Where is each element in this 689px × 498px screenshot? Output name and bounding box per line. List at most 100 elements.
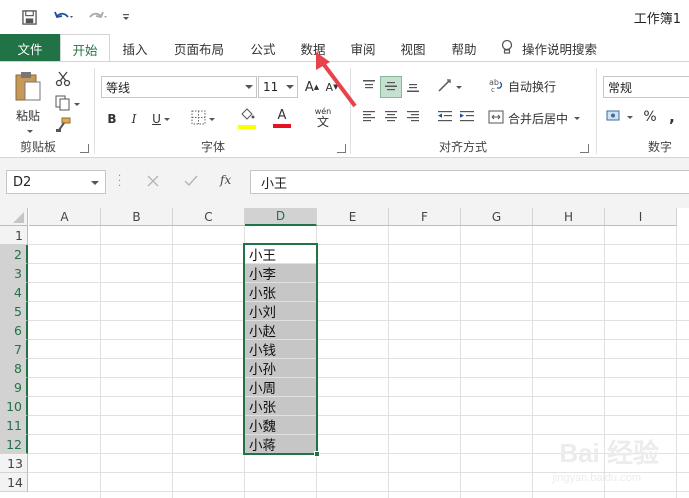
- merge-center-button[interactable]: 合并后居中: [488, 106, 588, 130]
- row-header-13[interactable]: 13: [0, 454, 28, 473]
- row-header-5[interactable]: 5: [0, 302, 28, 321]
- percent-button[interactable]: %: [640, 106, 660, 128]
- font-launcher-icon[interactable]: [337, 144, 346, 153]
- phonetic-icon: 文: [316, 115, 329, 129]
- column-header-h[interactable]: H: [533, 208, 605, 226]
- column-header-d[interactable]: D: [245, 208, 317, 226]
- cancel-icon[interactable]: [146, 174, 162, 190]
- align-left-icon: [362, 109, 376, 126]
- align-bottom-button[interactable]: [402, 76, 424, 98]
- increase-indent-button[interactable]: [456, 106, 478, 128]
- column-header-b[interactable]: B: [101, 208, 173, 226]
- column-header-i[interactable]: I: [605, 208, 677, 226]
- enter-icon[interactable]: [184, 174, 200, 190]
- row-header-14[interactable]: 14: [0, 473, 28, 492]
- row-header-8[interactable]: 8: [0, 359, 28, 378]
- row-header-11[interactable]: 11: [0, 416, 28, 435]
- bold-button[interactable]: B: [102, 108, 122, 130]
- format-painter-button[interactable]: [52, 116, 74, 136]
- undo-icon[interactable]: [50, 6, 78, 28]
- fill-color-button[interactable]: [230, 106, 264, 130]
- lightbulb-icon: [500, 39, 514, 58]
- cell-d5[interactable]: 小刘: [245, 302, 316, 321]
- fill-handle[interactable]: [314, 451, 320, 457]
- column-header-e[interactable]: E: [317, 208, 389, 226]
- decrease-indent-button[interactable]: [434, 106, 456, 128]
- cell-d3[interactable]: 小李: [245, 264, 316, 283]
- gridline-vertical: [676, 226, 677, 498]
- insert-function-button[interactable]: fx: [220, 173, 240, 191]
- cell-d7[interactable]: 小钱: [245, 340, 316, 359]
- align-center-button[interactable]: [380, 106, 402, 128]
- accounting-format-button[interactable]: [603, 106, 635, 128]
- save-icon[interactable]: [18, 6, 40, 28]
- font-color-button[interactable]: A: [266, 106, 298, 130]
- row-header-12[interactable]: 12: [0, 435, 28, 454]
- tab-home[interactable]: 开始: [60, 34, 110, 63]
- comma-style-button[interactable]: ,: [662, 106, 682, 128]
- row-header-4[interactable]: 4: [0, 283, 28, 302]
- align-left-button[interactable]: [358, 106, 380, 128]
- column-header-a[interactable]: A: [29, 208, 101, 226]
- paste-button[interactable]: 粘贴: [8, 68, 48, 134]
- svg-text:c: c: [491, 86, 495, 93]
- tell-me-search[interactable]: 操作说明搜索: [500, 34, 620, 62]
- tab-file[interactable]: 文件: [0, 34, 60, 62]
- align-right-button[interactable]: [402, 106, 424, 128]
- column-header-g[interactable]: G: [461, 208, 533, 226]
- phonetic-guide-button[interactable]: wén 文: [306, 106, 340, 130]
- wrap-text-button[interactable]: ab c 自动换行: [488, 74, 568, 98]
- underline-button[interactable]: U: [146, 108, 176, 130]
- clipboard-launcher-icon[interactable]: [80, 144, 89, 153]
- row-header-10[interactable]: 10: [0, 397, 28, 416]
- customize-icon[interactable]: [118, 6, 134, 28]
- quick-access-toolbar: 工作簿1: [0, 0, 689, 34]
- tab-data[interactable]: 数据: [290, 34, 336, 62]
- increase-font-size-button[interactable]: A ▲: [302, 76, 322, 98]
- cell-d12[interactable]: 小蒋: [245, 435, 316, 454]
- row-header-3[interactable]: 3: [0, 264, 28, 283]
- column-header-c[interactable]: C: [173, 208, 245, 226]
- cell-d8[interactable]: 小孙: [245, 359, 316, 378]
- orientation-button[interactable]: [434, 76, 464, 98]
- cell-d9[interactable]: 小周: [245, 378, 316, 397]
- column-header-f[interactable]: F: [389, 208, 461, 226]
- number-format-value: 常规: [608, 80, 633, 95]
- copy-button[interactable]: [52, 94, 82, 114]
- cell-d4[interactable]: 小张: [245, 283, 316, 302]
- decrease-font-size-button[interactable]: A ▼: [322, 76, 342, 98]
- tab-help[interactable]: 帮助: [441, 34, 487, 62]
- number-format-combo[interactable]: 常规: [603, 76, 689, 98]
- tab-page-layout[interactable]: 页面布局: [160, 34, 238, 62]
- italic-button[interactable]: I: [124, 108, 144, 130]
- more-options-icon[interactable]: · · ·: [118, 172, 122, 192]
- name-box[interactable]: D2: [6, 170, 106, 194]
- row-header-9[interactable]: 9: [0, 378, 28, 397]
- font-size-combo[interactable]: 11: [258, 76, 298, 98]
- row-header-7[interactable]: 7: [0, 340, 28, 359]
- cell-d10[interactable]: 小张: [245, 397, 316, 416]
- cell-d6[interactable]: 小赵: [245, 321, 316, 340]
- tab-review[interactable]: 审阅: [340, 34, 386, 62]
- gridline-horizontal: [28, 396, 689, 397]
- cut-button[interactable]: [52, 70, 74, 90]
- cell-d2[interactable]: 小王: [245, 245, 316, 264]
- align-top-button[interactable]: [358, 76, 380, 98]
- row-header-2[interactable]: 2: [0, 245, 28, 264]
- redo-icon[interactable]: [84, 6, 112, 28]
- align-middle-button[interactable]: [380, 76, 402, 98]
- tab-insert[interactable]: 插入: [112, 34, 158, 62]
- wrap-text-label: 自动换行: [508, 79, 557, 94]
- tab-view[interactable]: 视图: [390, 34, 436, 62]
- alignment-launcher-icon[interactable]: [580, 144, 589, 153]
- row-header-6[interactable]: 6: [0, 321, 28, 340]
- underline-dropdown-icon: [163, 117, 170, 121]
- tab-formulas[interactable]: 公式: [240, 34, 286, 62]
- select-all-corner[interactable]: [0, 208, 28, 226]
- formula-input[interactable]: 小王: [250, 170, 689, 194]
- cell-d11[interactable]: 小魏: [245, 416, 316, 435]
- font-name-combo[interactable]: 等线: [101, 76, 257, 98]
- row-header-1[interactable]: 1: [0, 226, 28, 245]
- borders-button[interactable]: [188, 108, 218, 130]
- orientation-icon: [437, 78, 453, 96]
